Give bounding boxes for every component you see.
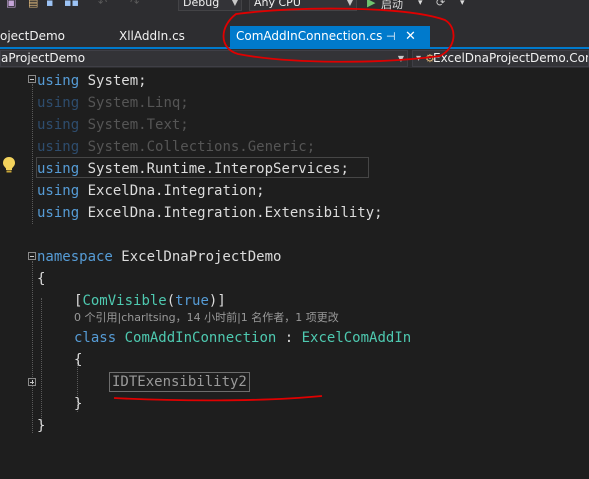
keyword: using [37, 73, 80, 89]
attribute-name: ComVisible [82, 293, 167, 309]
collapsed-region[interactable]: IDTExensibility2 [109, 372, 250, 392]
code-text: System.Text; [79, 117, 189, 133]
tab-project-demo[interactable]: ojectDemo [0, 26, 65, 47]
save-icon[interactable]: ▪ [46, 0, 53, 10]
undo-icon[interactable]: ↶ [98, 0, 107, 10]
open-folder-icon[interactable]: ▤ [28, 0, 38, 10]
code-line-4: using System.Collections.Generic; [37, 136, 315, 158]
code-editor[interactable]: using System; using System.Linq; using S… [0, 68, 589, 479]
code-line-ns-close: } [37, 415, 45, 437]
save-all-icon[interactable]: ▪▪ [64, 0, 79, 10]
fold-toggle-usings[interactable] [28, 75, 36, 83]
keyword: namespace [37, 249, 113, 265]
paren: ( [166, 293, 176, 309]
class-path: ExcelDnaProjectDemo.Com [433, 51, 589, 65]
platform-select[interactable]: Any CPU ▼ [249, 0, 357, 11]
class-name: ComAddInConnection [116, 330, 277, 346]
brace: } [74, 396, 83, 412]
code-line-7: using ExcelDna.Integration.Extensibility… [37, 202, 383, 224]
code-line-2: using System.Linq; [37, 92, 189, 114]
keyword: using [37, 183, 80, 199]
pin-icon[interactable]: ⊣ [386, 26, 396, 47]
expand-toggle-region[interactable] [28, 378, 36, 386]
redo-icon[interactable]: ↷ [130, 0, 139, 10]
chevron-down-icon[interactable]: ▾ [460, 0, 465, 12]
browser-link-icon[interactable]: ⟳ [436, 0, 445, 10]
configuration-value: Debug [183, 0, 220, 9]
keyword: using [37, 161, 80, 177]
chevron-down-icon[interactable]: ▾ [418, 0, 423, 12]
tab-comaddinconnection[interactable]: ComAddInConnection.cs ⊣ ✕ [230, 26, 430, 47]
code-line-open-brace: { [37, 268, 45, 290]
lightbulb-icon[interactable] [2, 156, 16, 174]
brace: } [37, 418, 46, 434]
code-text: ExcelDna.Integration.Extensibility; [79, 205, 383, 221]
brace: { [37, 271, 46, 287]
outline-guide [32, 261, 33, 433]
code-line-class: class ComAddInConnection : ExcelComAddIn [74, 327, 411, 349]
indent-guide [41, 298, 42, 428]
configuration-select[interactable]: Debug ▼ [178, 0, 242, 11]
new-project-icon[interactable]: ▣ [6, 0, 16, 10]
project-dropdown[interactable]: aProjectDemo ▼ [0, 50, 408, 67]
code-line-1: using System; [37, 70, 147, 92]
platform-value: Any CPU [254, 0, 301, 9]
code-line-attribute: [ComVisible(true)] [74, 290, 226, 312]
brace: { [74, 352, 83, 368]
close-icon[interactable]: ✕ [405, 26, 416, 47]
keyword: using [37, 117, 80, 133]
keyword: true [175, 293, 209, 309]
code-text: System.Runtime.InteropServices; [79, 161, 349, 177]
keyword: using [37, 205, 80, 221]
chevron-down-icon: ▼ [346, 0, 353, 7]
start-icon[interactable]: ▶ [367, 0, 375, 10]
keyword: class [74, 330, 117, 346]
document-tab-bar: ojectDemo XllAddIn.cs ComAddInConnection… [0, 12, 589, 47]
start-button[interactable]: 启动 [381, 0, 403, 11]
keyword: using [37, 95, 80, 111]
chevron-down-icon: ▼ [231, 0, 238, 7]
code-line-3: using System.Text; [37, 114, 189, 136]
tab-label: ComAddInConnection.cs [236, 29, 383, 43]
codelens-info[interactable]: 0 个引用|charltsing，14 小时前|1 名作者，1 项更改 [74, 310, 339, 326]
tab-label: ojectDemo [0, 29, 66, 43]
navigation-bar: aProjectDemo ▼ ▾ ⚙ ExcelDnaProjectDemo.C… [0, 49, 589, 68]
chevron-down-icon: ▼ [397, 54, 404, 63]
code-text: System.Linq; [79, 95, 189, 111]
code-text: : [276, 330, 302, 346]
code-line-5: using System.Runtime.InteropServices; [37, 158, 349, 180]
code-text: ExcelDnaProjectDemo [112, 249, 282, 265]
class-dropdown[interactable]: ▾ ⚙ ExcelDnaProjectDemo.Com [412, 50, 589, 67]
project-name: aProjectDemo [1, 51, 86, 65]
fold-toggle-namespace[interactable] [28, 252, 36, 260]
code-line-namespace: namespace ExcelDnaProjectDemo [37, 246, 281, 268]
chevron-down-icon: ▾ [416, 53, 422, 64]
tab-xlladdin[interactable]: XllAddIn.cs [119, 26, 185, 47]
class-icon: ⚙ [425, 52, 435, 65]
code-line-6: using ExcelDna.Integration; [37, 180, 265, 202]
base-class-name: ExcelComAddIn [301, 330, 412, 346]
outline-guide [32, 84, 33, 224]
code-text: System.Collections.Generic; [79, 139, 316, 155]
bracket: )] [208, 293, 226, 309]
code-text: System; [79, 73, 147, 89]
tab-label: XllAddIn.cs [119, 29, 185, 43]
toolbar: ▣ ▤ ▪ ▪▪ ↶ ↷ Debug ▼ Any CPU ▼ ▶ 启动 ▾ ⟳ … [0, 0, 589, 12]
code-line-class-close: } [74, 393, 82, 415]
code-line-class-open: { [74, 349, 82, 371]
keyword: using [37, 139, 80, 155]
code-text: ExcelDna.Integration; [79, 183, 265, 199]
